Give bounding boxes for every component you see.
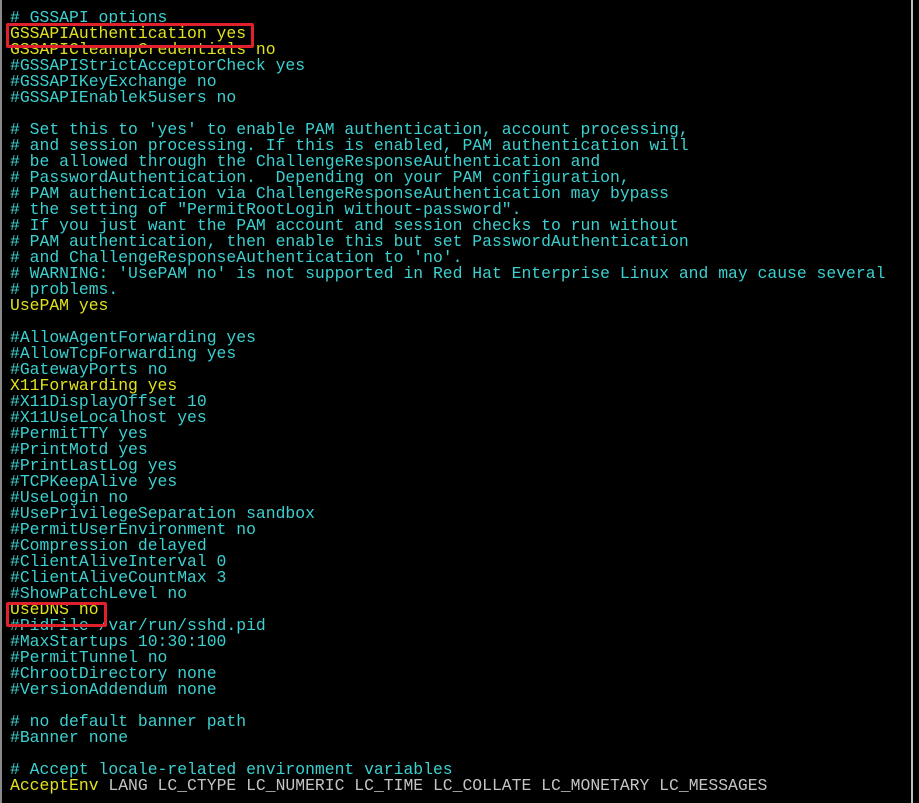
- highlight-box: [6, 23, 254, 48]
- comment-line: #GSSAPIEnablek5users no: [10, 88, 237, 107]
- comment-line: #VersionAddendum none: [10, 680, 217, 699]
- comment-line: # WARNING: 'UsePAM no' is not supported …: [10, 264, 886, 283]
- config-setting-line: AcceptEnv LANG LC_CTYPE LC_NUMERIC LC_TI…: [10, 776, 885, 795]
- comment-line: #Banner none: [10, 728, 129, 747]
- setting-keyword: AcceptEnv: [10, 776, 99, 795]
- comment-line: # problems.: [10, 280, 119, 299]
- comment-line: # no default banner path: [10, 712, 247, 731]
- setting-arguments: LANG LC_CTYPE LC_NUMERIC LC_TIME LC_COLL…: [98, 776, 768, 795]
- sshd-config-text[interactable]: # GSSAPI options GSSAPIAuthentication yes…: [10, 9, 886, 795]
- highlight-box: [6, 602, 107, 627]
- comment-line: #ShowPatchLevel no: [10, 584, 188, 603]
- comment-line: #TCPKeepAlive yes: [10, 472, 178, 491]
- config-setting-line: UsePAM yes: [10, 296, 109, 315]
- terminal-window[interactable]: # GSSAPI options GSSAPIAuthentication yes…: [0, 0, 913, 803]
